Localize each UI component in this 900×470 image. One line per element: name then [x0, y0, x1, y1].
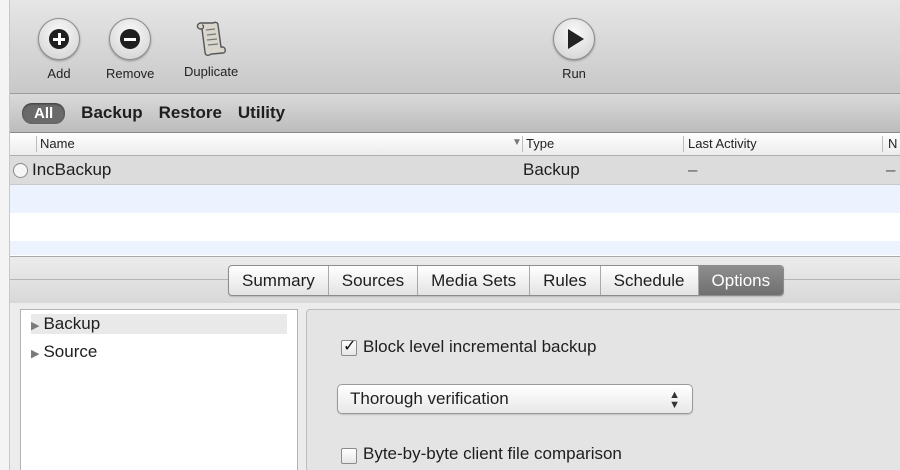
select-arrows-icon: ▲ ▼ [669, 389, 680, 411]
minus-icon [120, 29, 141, 49]
bottom-panel: ▶ Backup ▶ Source ✓ Block level incrementa… [10, 303, 900, 470]
tab-schedule[interactable]: Schedule [601, 266, 699, 295]
empty-row [0, 185, 900, 213]
scope-backup[interactable]: Backup [81, 103, 142, 123]
row-name: IncBackup [32, 160, 112, 179]
tab-bar-area: Summary Sources Media Sets Rules Schedul… [10, 256, 900, 304]
empty-row [0, 241, 900, 255]
list-item-source[interactable]: ▶ Source [31, 342, 97, 362]
checkmark-icon: ✓ [343, 338, 357, 355]
play-icon [568, 29, 584, 49]
run-button[interactable]: Run [553, 18, 595, 81]
sort-arrow-icon: ▼ [512, 137, 522, 148]
tab-bar: Summary Sources Media Sets Rules Schedul… [228, 265, 785, 296]
remove-button[interactable]: Remove [106, 18, 154, 81]
list-item-label: Backup [43, 314, 101, 333]
list-item-label: Source [43, 342, 98, 361]
scroll-icon [191, 18, 231, 58]
verification-select[interactable]: Thorough verification ▲ ▼ [337, 384, 693, 414]
row-status-indicator[interactable] [13, 163, 28, 178]
options-category-list: ▶ Backup ▶ Source [20, 309, 298, 470]
byte-compare-label: Byte-by-byte client file comparison [363, 444, 622, 463]
add-button-circle [38, 18, 80, 60]
disclosure-triangle-icon[interactable]: ▶ [31, 320, 39, 332]
remove-button-circle [109, 18, 152, 60]
row-last-activity: – [688, 160, 698, 179]
add-button-label: Add [47, 66, 71, 81]
disclosure-triangle-icon[interactable]: ▶ [31, 348, 39, 360]
verification-select-value: Thorough verification [350, 389, 509, 408]
add-button[interactable]: Add [38, 18, 80, 81]
run-button-circle [553, 18, 595, 60]
run-button-label: Run [562, 66, 586, 81]
remove-button-label: Remove [106, 66, 155, 81]
block-level-checkbox[interactable]: ✓ [341, 338, 357, 356]
tab-media-sets[interactable]: Media Sets [418, 266, 531, 295]
duplicate-button-label: Duplicate [184, 64, 239, 79]
app-window: Add Remove Duplicate Run All Backup Rest… [0, 0, 900, 470]
byte-compare-checkbox[interactable] [341, 448, 357, 464]
tab-sources[interactable]: Sources [329, 266, 419, 295]
column-next[interactable]: N [888, 136, 897, 151]
column-separator [36, 136, 37, 152]
window-left-edge [0, 0, 10, 470]
block-level-label: Block level incremental backup [363, 337, 597, 356]
column-type[interactable]: Type [526, 136, 554, 151]
column-last-activity[interactable]: Last Activity [688, 136, 757, 151]
scope-all[interactable]: All [22, 102, 66, 124]
tab-options[interactable]: Options [698, 266, 784, 295]
column-name[interactable]: Name [40, 136, 75, 151]
options-pane: ✓ Block level incremental backup Thoroug… [306, 309, 900, 470]
duplicate-button[interactable]: Duplicate [184, 18, 238, 79]
column-separator [683, 136, 684, 152]
empty-row [0, 213, 900, 241]
scope-restore[interactable]: Restore [159, 103, 222, 123]
tab-rules[interactable]: Rules [530, 266, 601, 295]
list-item-backup[interactable]: ▶ Backup [31, 314, 287, 334]
tab-summary[interactable]: Summary [229, 266, 329, 295]
row-type: Backup [523, 160, 580, 179]
plus-icon [49, 29, 69, 49]
column-separator [882, 136, 883, 152]
scope-utility[interactable]: Utility [238, 103, 285, 123]
row-next: – [886, 160, 896, 179]
table-row[interactable]: IncBackup Backup – – [0, 156, 900, 185]
scope-bar: All Backup Restore Utility [10, 94, 900, 133]
table-header: Name ▼ Type Last Activity N [10, 133, 900, 156]
toolbar: Add Remove Duplicate Run [10, 0, 900, 94]
column-separator [522, 136, 523, 152]
